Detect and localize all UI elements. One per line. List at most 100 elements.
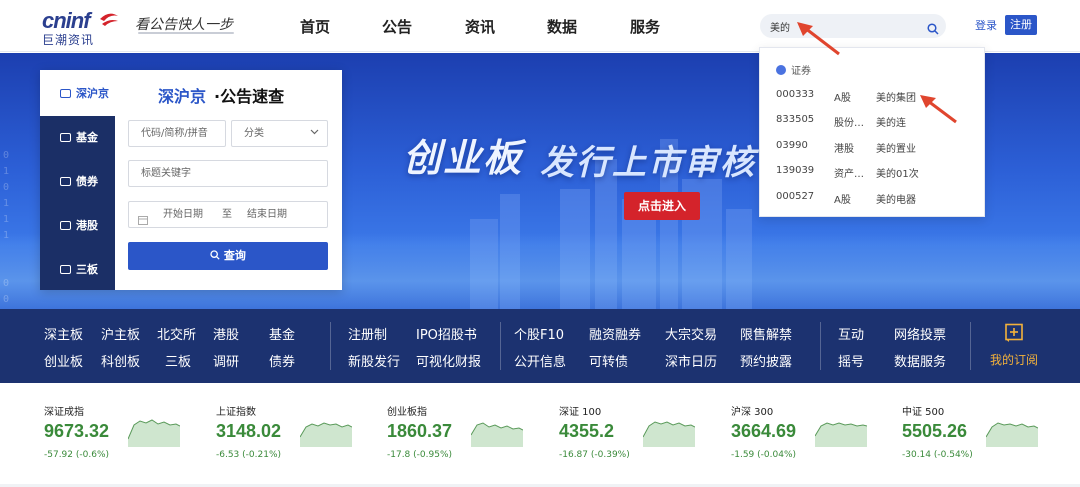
sparkline-icon [815,422,867,447]
my-subscription-link[interactable]: 我的订阅 [990,351,1038,368]
menu-hk[interactable]: 港股 [213,324,239,343]
bond-icon [60,176,71,186]
search-input[interactable]: 美的 [760,14,946,38]
search-value: 美的 [770,23,790,34]
tab-hk-stock[interactable]: 港股 [40,202,115,248]
suggestion-market: 港股 [834,144,854,155]
index-card[interactable]: 深证 100 4355.2 -16.87 (-0.39%) [559,403,719,473]
menu-bse[interactable]: 北交所 [157,324,196,343]
menu-lottery[interactable]: 摇号 [838,351,864,370]
menu-research[interactable]: 调研 [213,351,239,370]
menu-new-issue[interactable]: 新股发行 [348,351,400,370]
suggestion-market: A股 [834,93,851,104]
nav-home[interactable]: 首页 [300,16,330,37]
index-card[interactable]: 沪深 300 3664.69 -1.59 (-0.04%) [731,403,891,473]
menu-unlock[interactable]: 限售解禁 [740,324,792,343]
menu-fund[interactable]: 基金 [269,324,295,343]
suggestion-row[interactable]: 139039 资产… 美的01次 [776,165,981,183]
index-value: 3664.69 [731,421,797,441]
sparkline-icon [128,419,180,447]
nav-news[interactable]: 资讯 [465,16,495,37]
search-icon[interactable] [927,20,939,39]
cninfo-logo[interactable]: cninf 巨潮资讯 [42,8,122,47]
menu-ipo-prospectus[interactable]: IPO招股书 [416,324,477,343]
index-name: 深证成指 [44,407,84,418]
suggestion-code: 03990 [776,140,808,151]
sparkline-icon [300,422,352,447]
tab-bond[interactable]: 债券 [40,158,115,204]
tab-label: 基金 [76,131,98,144]
annotation-arrow-icon [797,22,840,56]
menu-block-trade[interactable]: 大宗交易 [665,324,717,343]
index-name: 创业板指 [387,407,427,418]
index-change: -57.92 (-0.6%) [44,450,110,460]
suggestion-row[interactable]: 03990 港股 美的置业 [776,140,981,158]
category-select[interactable]: 分类 [231,120,328,147]
menu-third-board[interactable]: 三板 [165,351,191,370]
enter-button[interactable]: 点击进入 [624,192,700,220]
bookmark-plus-icon[interactable] [1004,323,1024,347]
index-change: -1.59 (-0.04%) [731,450,797,460]
index-change: -6.53 (-0.21%) [216,450,282,460]
menu-interaction[interactable]: 互动 [838,324,864,343]
date-range-input[interactable]: 开始日期 至 结束日期 [128,201,328,228]
index-value: 4355.2 [559,421,615,441]
index-card[interactable]: 中证 500 5505.26 -30.14 (-0.54%) [902,403,1062,473]
tab-fund[interactable]: 基金 [40,114,115,160]
menu-convertible[interactable]: 可转债 [589,351,628,370]
suggestion-code: 833505 [776,114,815,125]
index-card[interactable]: 深证成指 9673.32 -57.92 (-0.6%) [44,403,204,473]
search-icon [210,250,220,260]
board-icon [60,264,71,274]
menu-star[interactable]: 科创板 [101,351,140,370]
login-link[interactable]: 登录 [975,17,997,33]
index-value: 5505.26 [902,421,968,441]
securities-icon [776,64,786,75]
menu-public-info[interactable]: 公开信息 [514,351,566,370]
menu-chinext[interactable]: 创业板 [44,351,83,370]
tab-shenhujing[interactable]: 深沪京 [40,70,115,116]
menu-divider [330,322,331,370]
menu-visual-report[interactable]: 可视化财报 [416,351,481,370]
index-value: 9673.32 [44,421,110,441]
quick-menu: 深主板 沪主板 北交所 港股 基金 创业板 科创板 三板 调研 债券 注册制 I… [0,309,1080,383]
suggestion-market: 股份… [834,118,864,129]
menu-sh-main[interactable]: 沪主板 [101,324,140,343]
menu-sz-calendar[interactable]: 深市日历 [665,351,717,370]
chart-icon [60,88,71,98]
code-input[interactable]: 代码/简称/拼音 [128,120,226,147]
menu-bond[interactable]: 债券 [269,351,295,370]
calendar-icon [138,210,148,235]
category-label: 分类 [244,128,264,139]
menu-online-vote[interactable]: 网络投票 [894,324,946,343]
menu-disclosure-schedule[interactable]: 预约披露 [740,351,792,370]
menu-registration[interactable]: 注册制 [348,324,387,343]
nav-services[interactable]: 服务 [630,16,660,37]
panel-tabs: 深沪京 基金 债券 港股 三板 [40,70,115,290]
suggestion-row[interactable]: 000527 A股 美的电器 [776,191,981,209]
nav-data[interactable]: 数据 [547,16,577,37]
register-button[interactable]: 注册 [1005,15,1037,35]
menu-data-service[interactable]: 数据服务 [894,351,946,370]
index-change: -17.8 (-0.95%) [387,450,453,460]
query-label: 查询 [223,249,246,262]
suggestion-name: 美的置业 [876,144,916,155]
menu-divider [820,322,821,370]
tab-label: 债券 [76,175,98,188]
tab-third-board[interactable]: 三板 [40,246,115,292]
keyword-input[interactable]: 标题关键字 [128,160,328,187]
index-card[interactable]: 上证指数 3148.02 -6.53 (-0.21%) [216,403,376,473]
index-name: 上证指数 [216,407,256,418]
menu-sz-main[interactable]: 深主板 [44,324,83,343]
menu-margin[interactable]: 融资融券 [589,324,641,343]
logo-swoosh-icon [98,10,120,32]
start-date: 开始日期 [163,209,203,220]
index-name: 深证 100 [559,407,602,418]
query-button[interactable]: 查询 [128,242,328,270]
index-value: 1860.37 [387,421,453,441]
suggestion-code: 000333 [776,89,815,100]
menu-f10[interactable]: 个股F10 [514,324,564,343]
index-card[interactable]: 创业板指 1860.37 -17.8 (-0.95%) [387,403,547,473]
nav-announcements[interactable]: 公告 [382,16,412,37]
suggestion-code: 139039 [776,165,815,176]
